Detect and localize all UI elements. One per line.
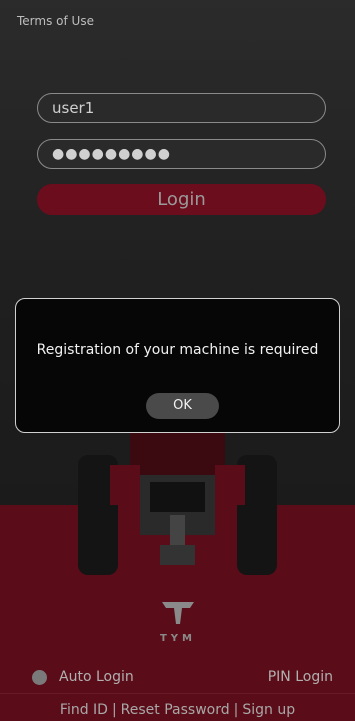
footer-divider [0,693,355,694]
terms-of-use-link[interactable]: Terms of Use [17,14,94,28]
auto-login-option[interactable]: Auto Login [32,669,134,685]
login-button[interactable]: Login [37,184,326,215]
login-screen: Terms of Use user1 ●●●●●●●●● Login TYM A… [0,0,355,721]
auto-login-label: Auto Login [59,669,134,685]
password-field[interactable]: ●●●●●●●●● [37,139,326,169]
footer-links: Find ID | Reset Password | Sign up [0,702,355,718]
tym-logo-icon [162,602,194,624]
sign-up-link[interactable]: Sign up [240,702,297,718]
find-id-link[interactable]: Find ID [58,702,110,718]
pin-login-link[interactable]: PIN Login [268,669,333,685]
ok-button[interactable]: OK [146,393,219,419]
brand-name: TYM [159,633,196,644]
reset-password-link[interactable]: Reset Password [119,702,232,718]
tractor-illustration [78,420,277,575]
separator: | [111,702,117,718]
registration-dialog: Registration of your machine is required… [15,298,340,433]
username-field[interactable]: user1 [37,93,326,123]
dialog-message: Registration of your machine is required [36,342,319,358]
auto-login-radio[interactable] [32,669,47,685]
